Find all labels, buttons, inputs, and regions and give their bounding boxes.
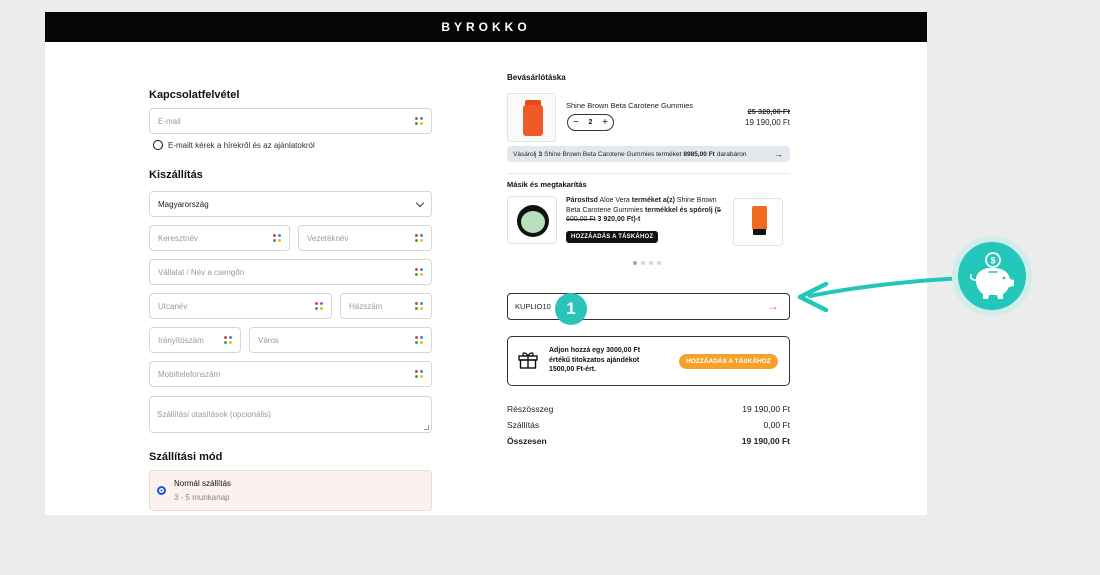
pointer-arrow bbox=[797, 276, 968, 313]
piggy-bank-icon: $ bbox=[969, 252, 1014, 299]
svg-text:$: $ bbox=[990, 256, 995, 266]
savings-badge: $ bbox=[952, 236, 1032, 316]
